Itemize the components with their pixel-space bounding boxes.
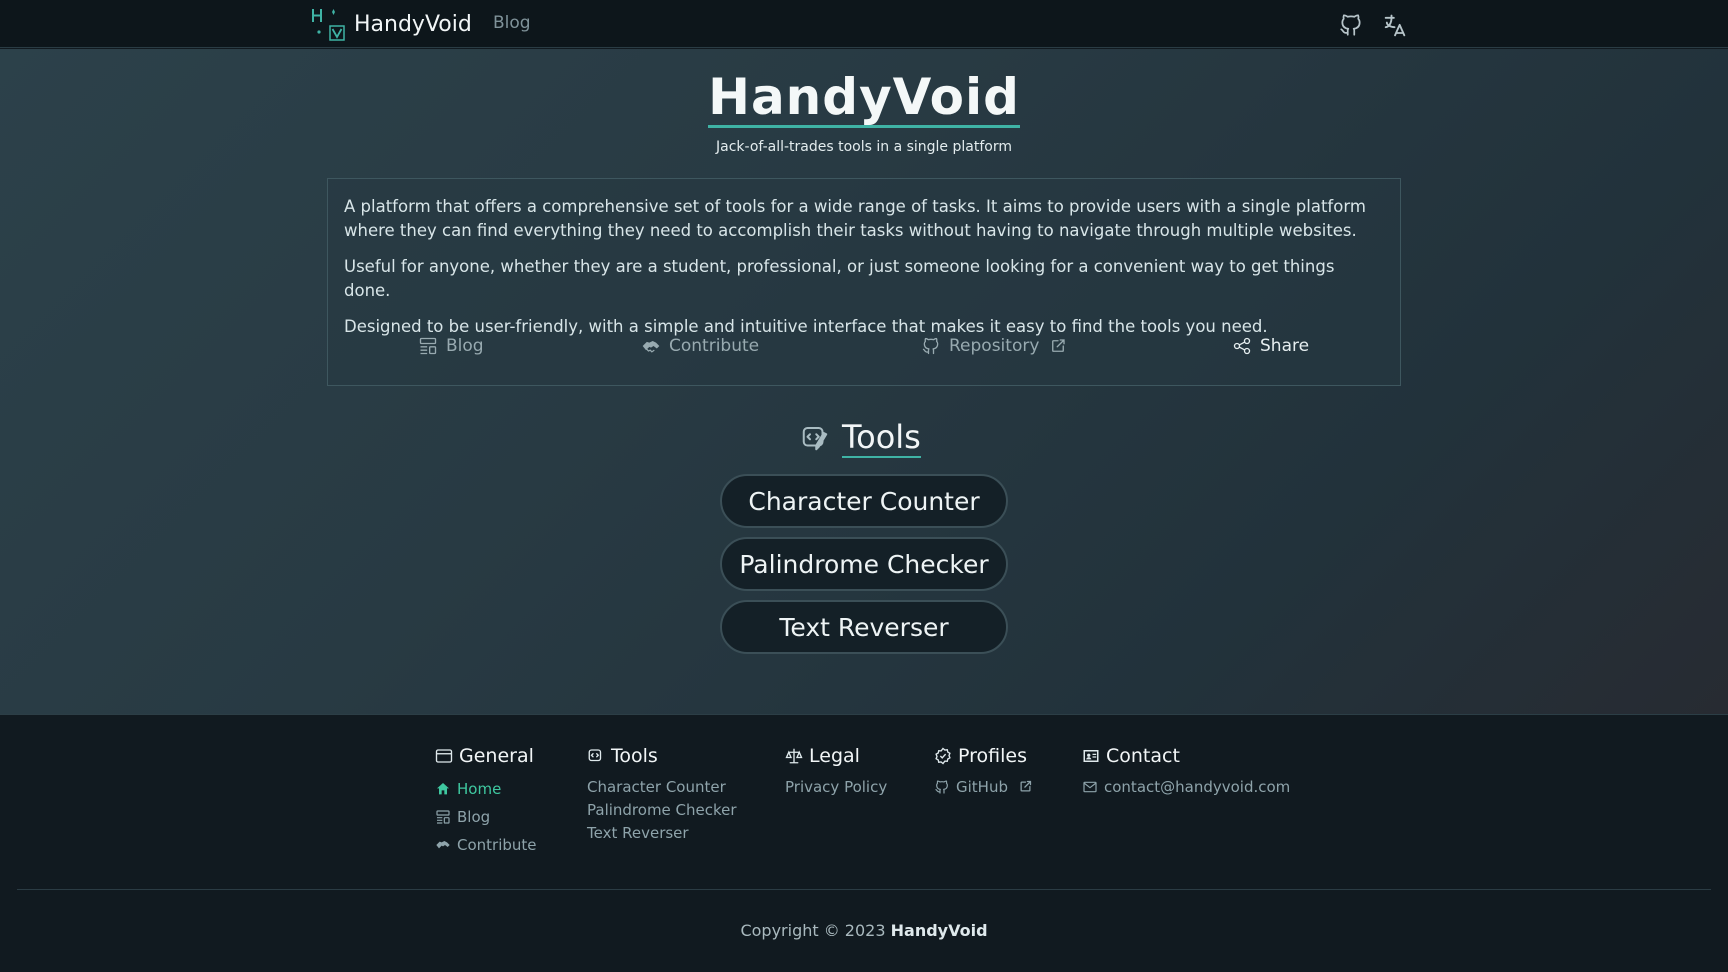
about-contribute-link[interactable]: Contribute bbox=[641, 336, 759, 356]
tools-heading-text: Tools bbox=[842, 418, 921, 458]
brand-name: HandyVoid bbox=[354, 11, 472, 37]
brand-home-link[interactable]: HandyVoid bbox=[310, 6, 472, 42]
tools-icon bbox=[588, 749, 602, 762]
footer-profiles-heading-text: Profiles bbox=[958, 745, 1027, 767]
tool-palindrome-checker-button[interactable]: Palindrome Checker bbox=[720, 537, 1008, 591]
footer-general-heading-text: General bbox=[459, 745, 534, 767]
about-card: A platform that offers a comprehensive s… bbox=[327, 178, 1401, 386]
about-share-label: Share bbox=[1260, 336, 1310, 356]
footer-contact-column: Contact contact@handyvoid.com bbox=[1082, 745, 1290, 798]
footer-tools-heading-text: Tools bbox=[611, 745, 658, 767]
footer-text-reverser-link[interactable]: Text Reverser bbox=[587, 821, 737, 844]
about-paragraph-2: Useful for anyone, whether they are a st… bbox=[344, 257, 1335, 300]
footer-profiles-heading: Profiles bbox=[934, 745, 1033, 767]
footer-legal-heading-text: Legal bbox=[809, 745, 860, 767]
github-icon bbox=[922, 337, 939, 355]
page-title: HandyVoid bbox=[0, 68, 1728, 128]
external-link-icon bbox=[1020, 780, 1032, 792]
footer-privacy-policy-link[interactable]: Privacy Policy bbox=[785, 775, 887, 798]
contact-card-icon bbox=[1083, 750, 1099, 762]
handshake-icon bbox=[642, 341, 660, 353]
footer-legal-heading: Legal bbox=[785, 745, 887, 767]
about-share-button[interactable]: Share bbox=[1232, 336, 1309, 356]
footer-contact-heading-text: Contact bbox=[1106, 745, 1180, 767]
footer-github-link[interactable]: GitHub bbox=[934, 775, 1033, 798]
handshake-icon bbox=[436, 841, 450, 849]
hero-subtitle: Jack-of-all-trades tools in a single pla… bbox=[716, 139, 1012, 155]
footer-email-link[interactable]: contact@handyvoid.com bbox=[1082, 775, 1290, 798]
home-icon bbox=[437, 783, 449, 795]
about-repository-link[interactable]: Repository bbox=[921, 336, 1067, 356]
footer-tools-heading: Tools bbox=[587, 745, 737, 767]
github-icon bbox=[935, 779, 948, 794]
about-actions: Blog Contribute Repository Share bbox=[328, 336, 1402, 366]
footer-profiles-column: Profiles GitHub bbox=[934, 745, 1033, 798]
tools-heading: Tools bbox=[800, 418, 921, 458]
tool-character-counter-button[interactable]: Character Counter bbox=[720, 474, 1008, 528]
about-paragraph-1: A platform that offers a comprehensive s… bbox=[344, 197, 1366, 240]
about-contribute-label: Contribute bbox=[669, 336, 760, 356]
main-content: HandyVoid Jack-of-all-trades tools in a … bbox=[0, 49, 1728, 714]
footer-divider bbox=[17, 889, 1711, 890]
footer-tools-column: Tools Character Counter Palindrome Check… bbox=[587, 745, 737, 844]
copyright-brand: HandyVoid bbox=[890, 921, 988, 940]
about-repository-label: Repository bbox=[949, 336, 1040, 356]
footer-contribute-link[interactable]: Contribute bbox=[435, 831, 537, 859]
footer-email-label: contact@handyvoid.com bbox=[1104, 777, 1291, 796]
footer-blog-label: Blog bbox=[457, 808, 491, 826]
footer-github-label: GitHub bbox=[956, 777, 1008, 796]
footer-legal-column: Legal Privacy Policy bbox=[785, 745, 887, 798]
nav-blog-link[interactable]: Blog bbox=[493, 13, 531, 33]
footer-palindrome-checker-link[interactable]: Palindrome Checker bbox=[587, 798, 737, 821]
tool-text-reverser-button[interactable]: Text Reverser bbox=[720, 600, 1008, 654]
about-blog-link[interactable]: Blog bbox=[418, 336, 484, 356]
tools-icon bbox=[802, 427, 828, 451]
footer: General Home Blog Contribute Tools Chara… bbox=[0, 714, 1728, 972]
share-icon bbox=[1233, 337, 1251, 355]
scale-icon bbox=[785, 748, 803, 764]
badge-check-icon bbox=[935, 747, 951, 765]
handyvoid-logo-icon bbox=[312, 9, 345, 41]
footer-general-column: General Home Blog Contribute bbox=[435, 745, 537, 859]
footer-contact-heading: Contact bbox=[1082, 745, 1290, 767]
browser-window-icon bbox=[435, 749, 453, 763]
copyright: Copyright © 2023 HandyVoid bbox=[0, 921, 1728, 940]
translate-icon[interactable] bbox=[1381, 12, 1409, 40]
about-blog-label: Blog bbox=[446, 336, 484, 356]
copyright-text: Copyright © 2023 bbox=[740, 921, 886, 940]
blog-icon bbox=[436, 810, 450, 824]
footer-home-link[interactable]: Home bbox=[435, 775, 537, 803]
navbar: HandyVoid Blog bbox=[0, 0, 1728, 48]
hero-title-text: HandyVoid bbox=[708, 68, 1020, 128]
footer-contribute-label: Contribute bbox=[457, 836, 537, 854]
footer-blog-link[interactable]: Blog bbox=[435, 803, 537, 831]
mail-icon bbox=[1083, 781, 1097, 792]
github-icon[interactable] bbox=[1338, 12, 1364, 38]
external-link-icon bbox=[1052, 339, 1066, 352]
footer-character-counter-link[interactable]: Character Counter bbox=[587, 775, 737, 798]
footer-home-label: Home bbox=[457, 780, 502, 798]
footer-general-heading: General bbox=[435, 745, 537, 767]
blog-icon bbox=[419, 337, 437, 355]
